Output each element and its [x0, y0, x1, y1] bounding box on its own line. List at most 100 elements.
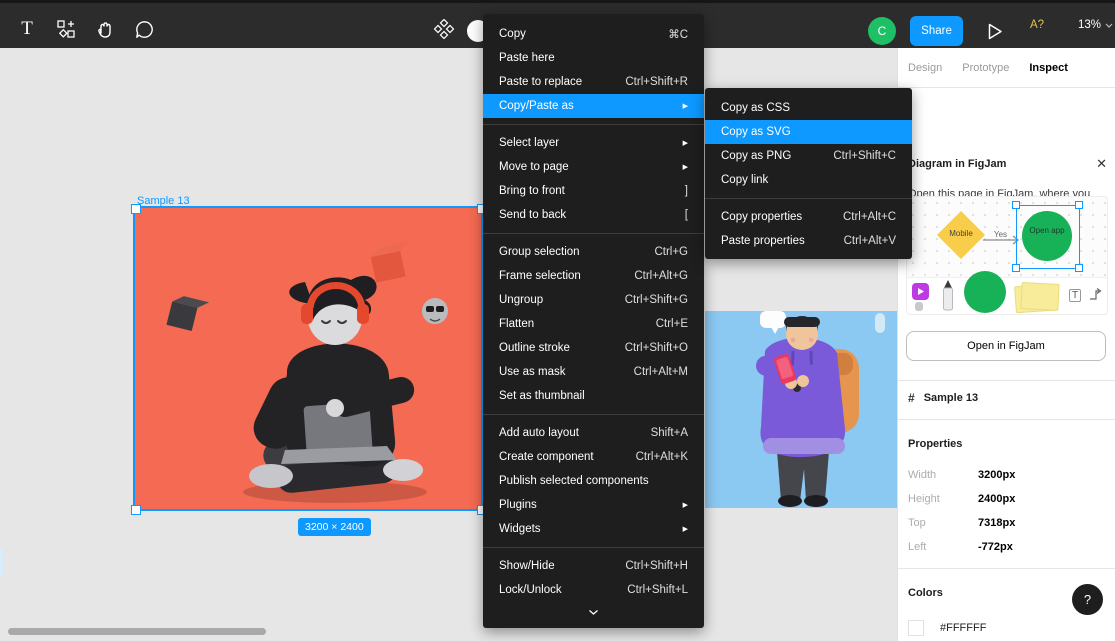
figjam-edge-label: Yes	[992, 230, 1009, 239]
menu-item-shortcut: [	[685, 209, 688, 221]
menu-item-outline-stroke[interactable]: Outline strokeCtrl+Shift+O	[483, 336, 704, 360]
inspector-panel: DesignPrototypeInspect Diagram in FigJam…	[897, 48, 1115, 641]
property-row-top: Top7318px	[908, 511, 1105, 535]
menu-item-label: Show/Hide	[499, 560, 625, 572]
tab-prototype[interactable]: Prototype	[962, 62, 1009, 74]
menu-item-select-layer[interactable]: Select layer▶	[483, 131, 704, 155]
menu-item-copy[interactable]: Copy⌘C	[483, 22, 704, 46]
figjam-circle-tool-icon	[964, 271, 1006, 313]
property-value[interactable]: 3200px	[978, 469, 1015, 481]
menu-item-send-to-back[interactable]: Send to back[	[483, 203, 704, 227]
selection-row[interactable]: # Sample 13	[908, 391, 978, 405]
selection-handle-top-left[interactable]	[131, 204, 141, 214]
property-label: Height	[908, 493, 978, 505]
colors-heading: Colors	[908, 587, 943, 599]
property-value[interactable]: 7318px	[978, 517, 1015, 529]
menu-item-use-as-mask[interactable]: Use as maskCtrl+Alt+M	[483, 360, 704, 384]
zoom-level-dropdown[interactable]: 13%	[1078, 19, 1113, 31]
tab-inspect[interactable]: Inspect	[1029, 62, 1068, 74]
menu-item-shortcut: Shift+A	[651, 427, 688, 439]
submenu-arrow-icon: ▶	[683, 163, 688, 171]
property-value[interactable]: -772px	[978, 541, 1013, 553]
avatar[interactable]: C	[868, 17, 896, 45]
hand-tool-button[interactable]	[92, 16, 118, 42]
frame-sample-13[interactable]	[135, 208, 481, 509]
selection-name: Sample 13	[924, 392, 978, 404]
color-swatch	[908, 620, 924, 636]
menu-item-shortcut: Ctrl+Alt+M	[634, 366, 688, 378]
menu-item-label: Group selection	[499, 246, 654, 258]
tab-design[interactable]: Design	[908, 62, 942, 74]
panel-tabs: Design Prototype Inspect	[898, 48, 1115, 88]
menu-item-label: Add auto layout	[499, 427, 651, 439]
diagram-shapes-button[interactable]	[431, 16, 457, 42]
component-tool-button[interactable]	[53, 16, 79, 42]
figjam-text-tool-icon: T	[1069, 289, 1081, 302]
menu-item-show-hide[interactable]: Show/HideCtrl+Shift+H	[483, 554, 704, 578]
property-value[interactable]: 2400px	[978, 493, 1015, 505]
menu-item-label: Ungroup	[499, 294, 625, 306]
figjam-selection-handle	[1012, 201, 1020, 209]
property-label: Top	[908, 517, 978, 529]
text-tool-button[interactable]: T	[14, 16, 40, 42]
figjam-diamond-label: Mobile	[937, 229, 985, 238]
comment-tool-button[interactable]	[131, 16, 157, 42]
menu-item-paste-properties[interactable]: Paste propertiesCtrl+Alt+V	[705, 229, 912, 253]
open-in-figjam-button[interactable]: Open in FigJam	[906, 331, 1106, 361]
figma-app-window: Sample 13	[0, 0, 1115, 641]
menu-scroll-down-indicator[interactable]	[483, 602, 704, 622]
menu-item-paste-to-replace[interactable]: Paste to replaceCtrl+Shift+R	[483, 70, 704, 94]
menu-item-shortcut: Ctrl+Shift+G	[625, 294, 688, 306]
zoom-level-value: 13%	[1078, 19, 1101, 31]
menu-item-copy-paste-as[interactable]: Copy/Paste as▶	[483, 94, 704, 118]
menu-item-copy-as-svg[interactable]: Copy as SVG	[705, 120, 912, 144]
close-icon[interactable]: ✕	[1096, 156, 1107, 172]
menu-item-flatten[interactable]: FlattenCtrl+E	[483, 312, 704, 336]
menu-item-label: Outline stroke	[499, 342, 625, 354]
menu-item-plugins[interactable]: Plugins▶	[483, 493, 704, 517]
menu-item-add-auto-layout[interactable]: Add auto layoutShift+A	[483, 421, 704, 445]
frame-person-phone[interactable]	[705, 311, 897, 508]
present-button[interactable]	[982, 18, 1008, 44]
menu-item-frame-selection[interactable]: Frame selectionCtrl+Alt+G	[483, 264, 704, 288]
menu-item-copy-as-css[interactable]: Copy as CSS	[705, 96, 912, 120]
help-button[interactable]: ?	[1072, 584, 1103, 615]
menu-item-publish-selected-components[interactable]: Publish selected components	[483, 469, 704, 493]
color-row[interactable]: #FFFFFF	[908, 620, 986, 636]
selection-handle-bottom-left[interactable]	[131, 505, 141, 515]
divider	[898, 568, 1115, 569]
divider	[898, 380, 1115, 381]
menu-divider	[483, 124, 704, 125]
menu-item-ungroup[interactable]: UngroupCtrl+Shift+G	[483, 288, 704, 312]
menu-item-label: Copy	[499, 28, 668, 40]
menu-item-shortcut: Ctrl+Alt+K	[636, 451, 688, 463]
menu-item-label: Flatten	[499, 318, 656, 330]
menu-item-label: Use as mask	[499, 366, 634, 378]
menu-item-shortcut: Ctrl+Alt+G	[634, 270, 688, 282]
menu-item-copy-link[interactable]: Copy link	[705, 168, 912, 192]
menu-item-copy-properties[interactable]: Copy propertiesCtrl+Alt+C	[705, 205, 912, 229]
menu-item-create-component[interactable]: Create componentCtrl+Alt+K	[483, 445, 704, 469]
menu-item-copy-as-png[interactable]: Copy as PNGCtrl+Shift+C	[705, 144, 912, 168]
submenu-arrow-icon: ▶	[683, 102, 688, 110]
frame-name-label[interactable]: Sample 13	[137, 195, 190, 207]
menu-item-widgets[interactable]: Widgets▶	[483, 517, 704, 541]
menu-item-lock-unlock[interactable]: Lock/UnlockCtrl+Shift+L	[483, 578, 704, 602]
properties-heading: Properties	[908, 438, 962, 450]
play-icon	[988, 23, 1003, 40]
figjam-preview[interactable]: Mobile Yes Open app	[906, 196, 1108, 315]
property-row-left: Left-772px	[908, 535, 1105, 559]
menu-item-label: Copy as SVG	[721, 126, 896, 138]
menu-item-label: Select layer	[499, 137, 675, 149]
menu-item-shortcut: Ctrl+Shift+O	[625, 342, 688, 354]
figjam-sticky-note-icon	[1020, 282, 1059, 311]
missing-fonts-indicator[interactable]: A?	[1030, 19, 1044, 31]
menu-item-label: Paste to replace	[499, 76, 625, 88]
menu-item-bring-to-front[interactable]: Bring to front]	[483, 179, 704, 203]
menu-item-paste-here[interactable]: Paste here	[483, 46, 704, 70]
menu-item-group-selection[interactable]: Group selectionCtrl+G	[483, 240, 704, 264]
horizontal-scrollbar[interactable]	[8, 628, 266, 635]
menu-item-set-as-thumbnail[interactable]: Set as thumbnail	[483, 384, 704, 408]
share-button[interactable]: Share	[910, 16, 963, 46]
menu-item-move-to-page[interactable]: Move to page▶	[483, 155, 704, 179]
